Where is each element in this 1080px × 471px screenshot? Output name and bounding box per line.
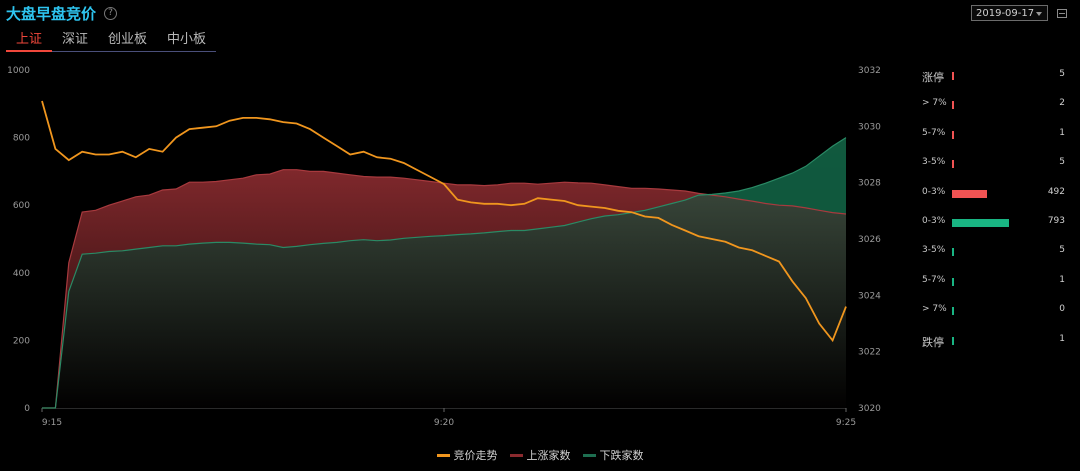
- legend-item-down[interactable]: 下跌家数: [582, 447, 644, 463]
- distribution-bar: [952, 307, 954, 316]
- distribution-bar: [952, 72, 954, 80]
- distribution-count: 1: [1059, 127, 1065, 138]
- distribution-count: 2: [1059, 98, 1065, 109]
- distribution-count: 492: [1047, 186, 1065, 197]
- chart-legend: 竞价走势 上涨家数 下跌家数: [0, 447, 1080, 463]
- legend-label-price: 竞价走势: [453, 449, 498, 462]
- distribution-row: > 7% 2: [922, 98, 1072, 112]
- legend-item-up[interactable]: 上涨家数: [509, 447, 571, 463]
- distribution-bar: [952, 248, 954, 257]
- distribution-label: 0-3%: [922, 186, 946, 197]
- distribution-count: 5: [1059, 157, 1065, 168]
- distribution-bar: [952, 219, 1009, 227]
- series-area-down-count: [42, 137, 846, 408]
- right-tick-label: 3028: [858, 179, 881, 189]
- left-tick-label: 1000: [7, 66, 30, 76]
- legend-label-down: 下跌家数: [599, 449, 644, 462]
- right-tick-label: 3026: [858, 235, 881, 245]
- distribution-label: > 7%: [922, 98, 947, 109]
- distribution-row: 5-7% 1: [922, 275, 1072, 289]
- distribution-bar: [952, 336, 954, 345]
- distribution-label: 3-5%: [922, 157, 946, 168]
- distribution-row: 涨停 5: [922, 69, 1072, 84]
- right-tick-label: 3020: [858, 404, 881, 414]
- legend-swatch-up: [509, 453, 523, 457]
- left-tick-label: 600: [13, 201, 30, 211]
- distribution-count: 0: [1059, 304, 1065, 315]
- distribution-label: > 7%: [922, 304, 947, 315]
- distribution-label: 0-3%: [922, 216, 946, 226]
- distribution-label: 5-7%: [922, 127, 946, 138]
- distribution-row: 0-3% 793: [922, 216, 1072, 230]
- distribution-row: 3-5% 5: [922, 245, 1072, 259]
- left-tick-label: 0: [24, 404, 30, 414]
- distribution-bar: [952, 277, 954, 286]
- legend-item-price[interactable]: 竞价走势: [436, 447, 498, 463]
- distribution-row: 5-7% 1: [922, 128, 1072, 142]
- legend-swatch-price: [436, 453, 450, 457]
- distribution-count: 793: [1047, 216, 1065, 226]
- distribution-label: 跌停: [922, 335, 944, 349]
- x-tick-label: 9:25: [836, 418, 856, 428]
- right-tick-label: 3022: [858, 348, 881, 358]
- distribution-bar: [952, 189, 988, 198]
- distribution-row: 跌停 1: [922, 333, 1072, 349]
- distribution-bar: [952, 160, 954, 169]
- right-tick-label: 3030: [858, 122, 881, 132]
- distribution-bar: [952, 130, 954, 139]
- distribution-count: 5: [1059, 69, 1065, 79]
- distribution-bar: [952, 101, 954, 110]
- left-tick-label: 400: [13, 269, 30, 279]
- legend-label-up: 上涨家数: [526, 449, 571, 462]
- distribution-row: > 7% 0: [922, 304, 1072, 318]
- x-tick-label: 9:20: [434, 418, 454, 428]
- distribution-count: 5: [1059, 245, 1065, 256]
- auction-chart: 0 200 400 600 800 1000 3020 3022 3024 3026 3028 303…: [7, 66, 881, 428]
- distribution-label: 3-5%: [922, 245, 946, 256]
- distribution-label: 涨停: [922, 71, 944, 84]
- legend-swatch-down: [582, 453, 596, 457]
- left-tick-label: 800: [13, 134, 30, 144]
- distribution-row: 3-5% 5: [922, 157, 1072, 171]
- distribution-row: 0-3% 492: [922, 187, 1072, 201]
- distribution-label: 5-7%: [922, 274, 946, 285]
- left-tick-label: 200: [13, 336, 30, 346]
- right-tick-label: 3024: [858, 291, 881, 301]
- x-tick-label: 9:15: [42, 418, 62, 428]
- distribution-count: 1: [1059, 333, 1065, 344]
- distribution-count: 1: [1059, 274, 1065, 285]
- right-tick-label: 3032: [858, 66, 881, 76]
